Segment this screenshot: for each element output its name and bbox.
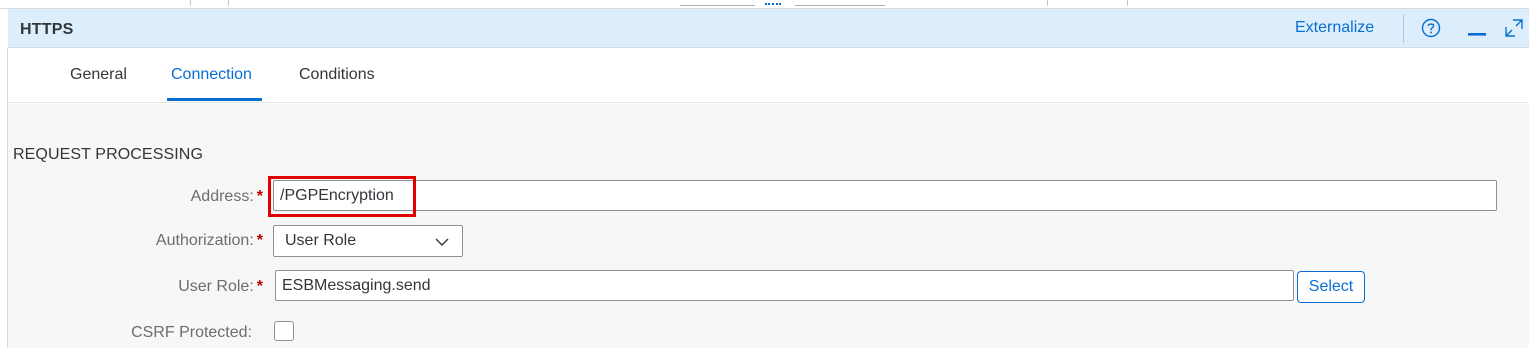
authorization-value: User Role — [285, 232, 357, 249]
maximize-icon[interactable] — [1503, 18, 1525, 38]
csrf-label: CSRF Protected: — [131, 324, 252, 341]
address-label: Address: * — [190, 188, 263, 205]
annotation-highlight-box — [268, 176, 416, 217]
strip-divider — [1047, 0, 1048, 6]
user-role-field[interactable]: ESBMessaging.send — [275, 270, 1294, 301]
chevron-down-icon — [435, 238, 449, 246]
top-editor-strip — [0, 0, 1529, 9]
resize-grip-icon[interactable] — [765, 3, 781, 7]
section-title: REQUEST PROCESSING — [13, 146, 203, 163]
user-role-label: User Role: * — [178, 278, 263, 295]
tab-bar: General Connection Conditions — [8, 49, 1529, 103]
required-marker: * — [256, 232, 263, 249]
strip-line — [680, 5, 755, 6]
select-button[interactable]: Select — [1297, 271, 1365, 303]
authorization-select[interactable]: User Role — [273, 225, 463, 257]
active-tab-indicator — [167, 98, 262, 101]
help-icon[interactable] — [1421, 18, 1441, 38]
left-panel-edge — [0, 48, 8, 348]
tab-conditions[interactable]: Conditions — [299, 66, 375, 84]
tab-general[interactable]: General — [70, 66, 127, 84]
strip-divider — [1127, 0, 1128, 6]
externalize-link[interactable]: Externalize — [1295, 19, 1374, 37]
strip-divider — [228, 0, 229, 6]
properties-header: HTTPS Externalize — [8, 9, 1529, 48]
tab-connection[interactable]: Connection — [171, 66, 252, 84]
address-field[interactable]: /PGPEncryption — [273, 180, 1497, 211]
required-marker: * — [256, 278, 263, 295]
strip-line — [795, 5, 885, 6]
strip-divider — [190, 0, 191, 6]
connection-form — [8, 104, 1529, 348]
required-marker: * — [256, 188, 263, 205]
minimize-icon[interactable] — [1466, 18, 1488, 38]
header-divider — [1403, 14, 1404, 43]
panel-title: HTTPS — [20, 21, 74, 38]
csrf-checkbox[interactable] — [274, 321, 294, 341]
authorization-label: Authorization: * — [155, 232, 263, 249]
